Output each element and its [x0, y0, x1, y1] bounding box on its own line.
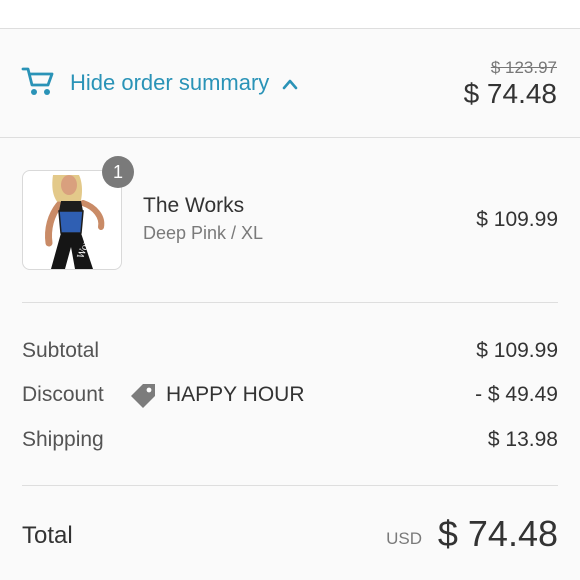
total-label: Total — [22, 522, 73, 549]
header-total-price: $ 74.48 — [463, 78, 557, 109]
subtotal-label: Subtotal — [22, 339, 100, 362]
order-summary-toggle-label[interactable]: Hide order summary — [70, 70, 269, 96]
discount-label: Discount — [22, 383, 104, 406]
product-name: The Works — [143, 194, 245, 217]
chevron-up-icon[interactable] — [282, 78, 298, 90]
shipping-value: $ 13.98 — [487, 428, 558, 451]
discount-code: HAPPY HOUR — [166, 383, 305, 406]
product-variant: Deep Pink / XL — [143, 223, 264, 243]
currency-code: USD — [386, 529, 422, 548]
product-thumbnail: Works — [22, 170, 122, 270]
grand-total: $ 74.48 — [437, 513, 558, 554]
divider — [22, 302, 558, 303]
cart-icon[interactable] — [21, 65, 55, 97]
compare-at-price: $ 123.97 — [490, 58, 557, 77]
product-price: $ 109.99 — [476, 208, 558, 231]
order-summary-page: Hide order summary $ 123.97 $ 74.48 Work… — [0, 0, 580, 580]
top-strip — [0, 0, 580, 29]
quantity-badge: 1 — [102, 156, 134, 188]
shipping-label: Shipping — [22, 428, 104, 451]
tag-icon — [131, 384, 155, 408]
subtotal-value: $ 109.99 — [476, 339, 558, 362]
product-image: Works — [23, 171, 121, 269]
divider — [22, 485, 558, 486]
discount-value: - $ 49.49 — [475, 383, 558, 406]
